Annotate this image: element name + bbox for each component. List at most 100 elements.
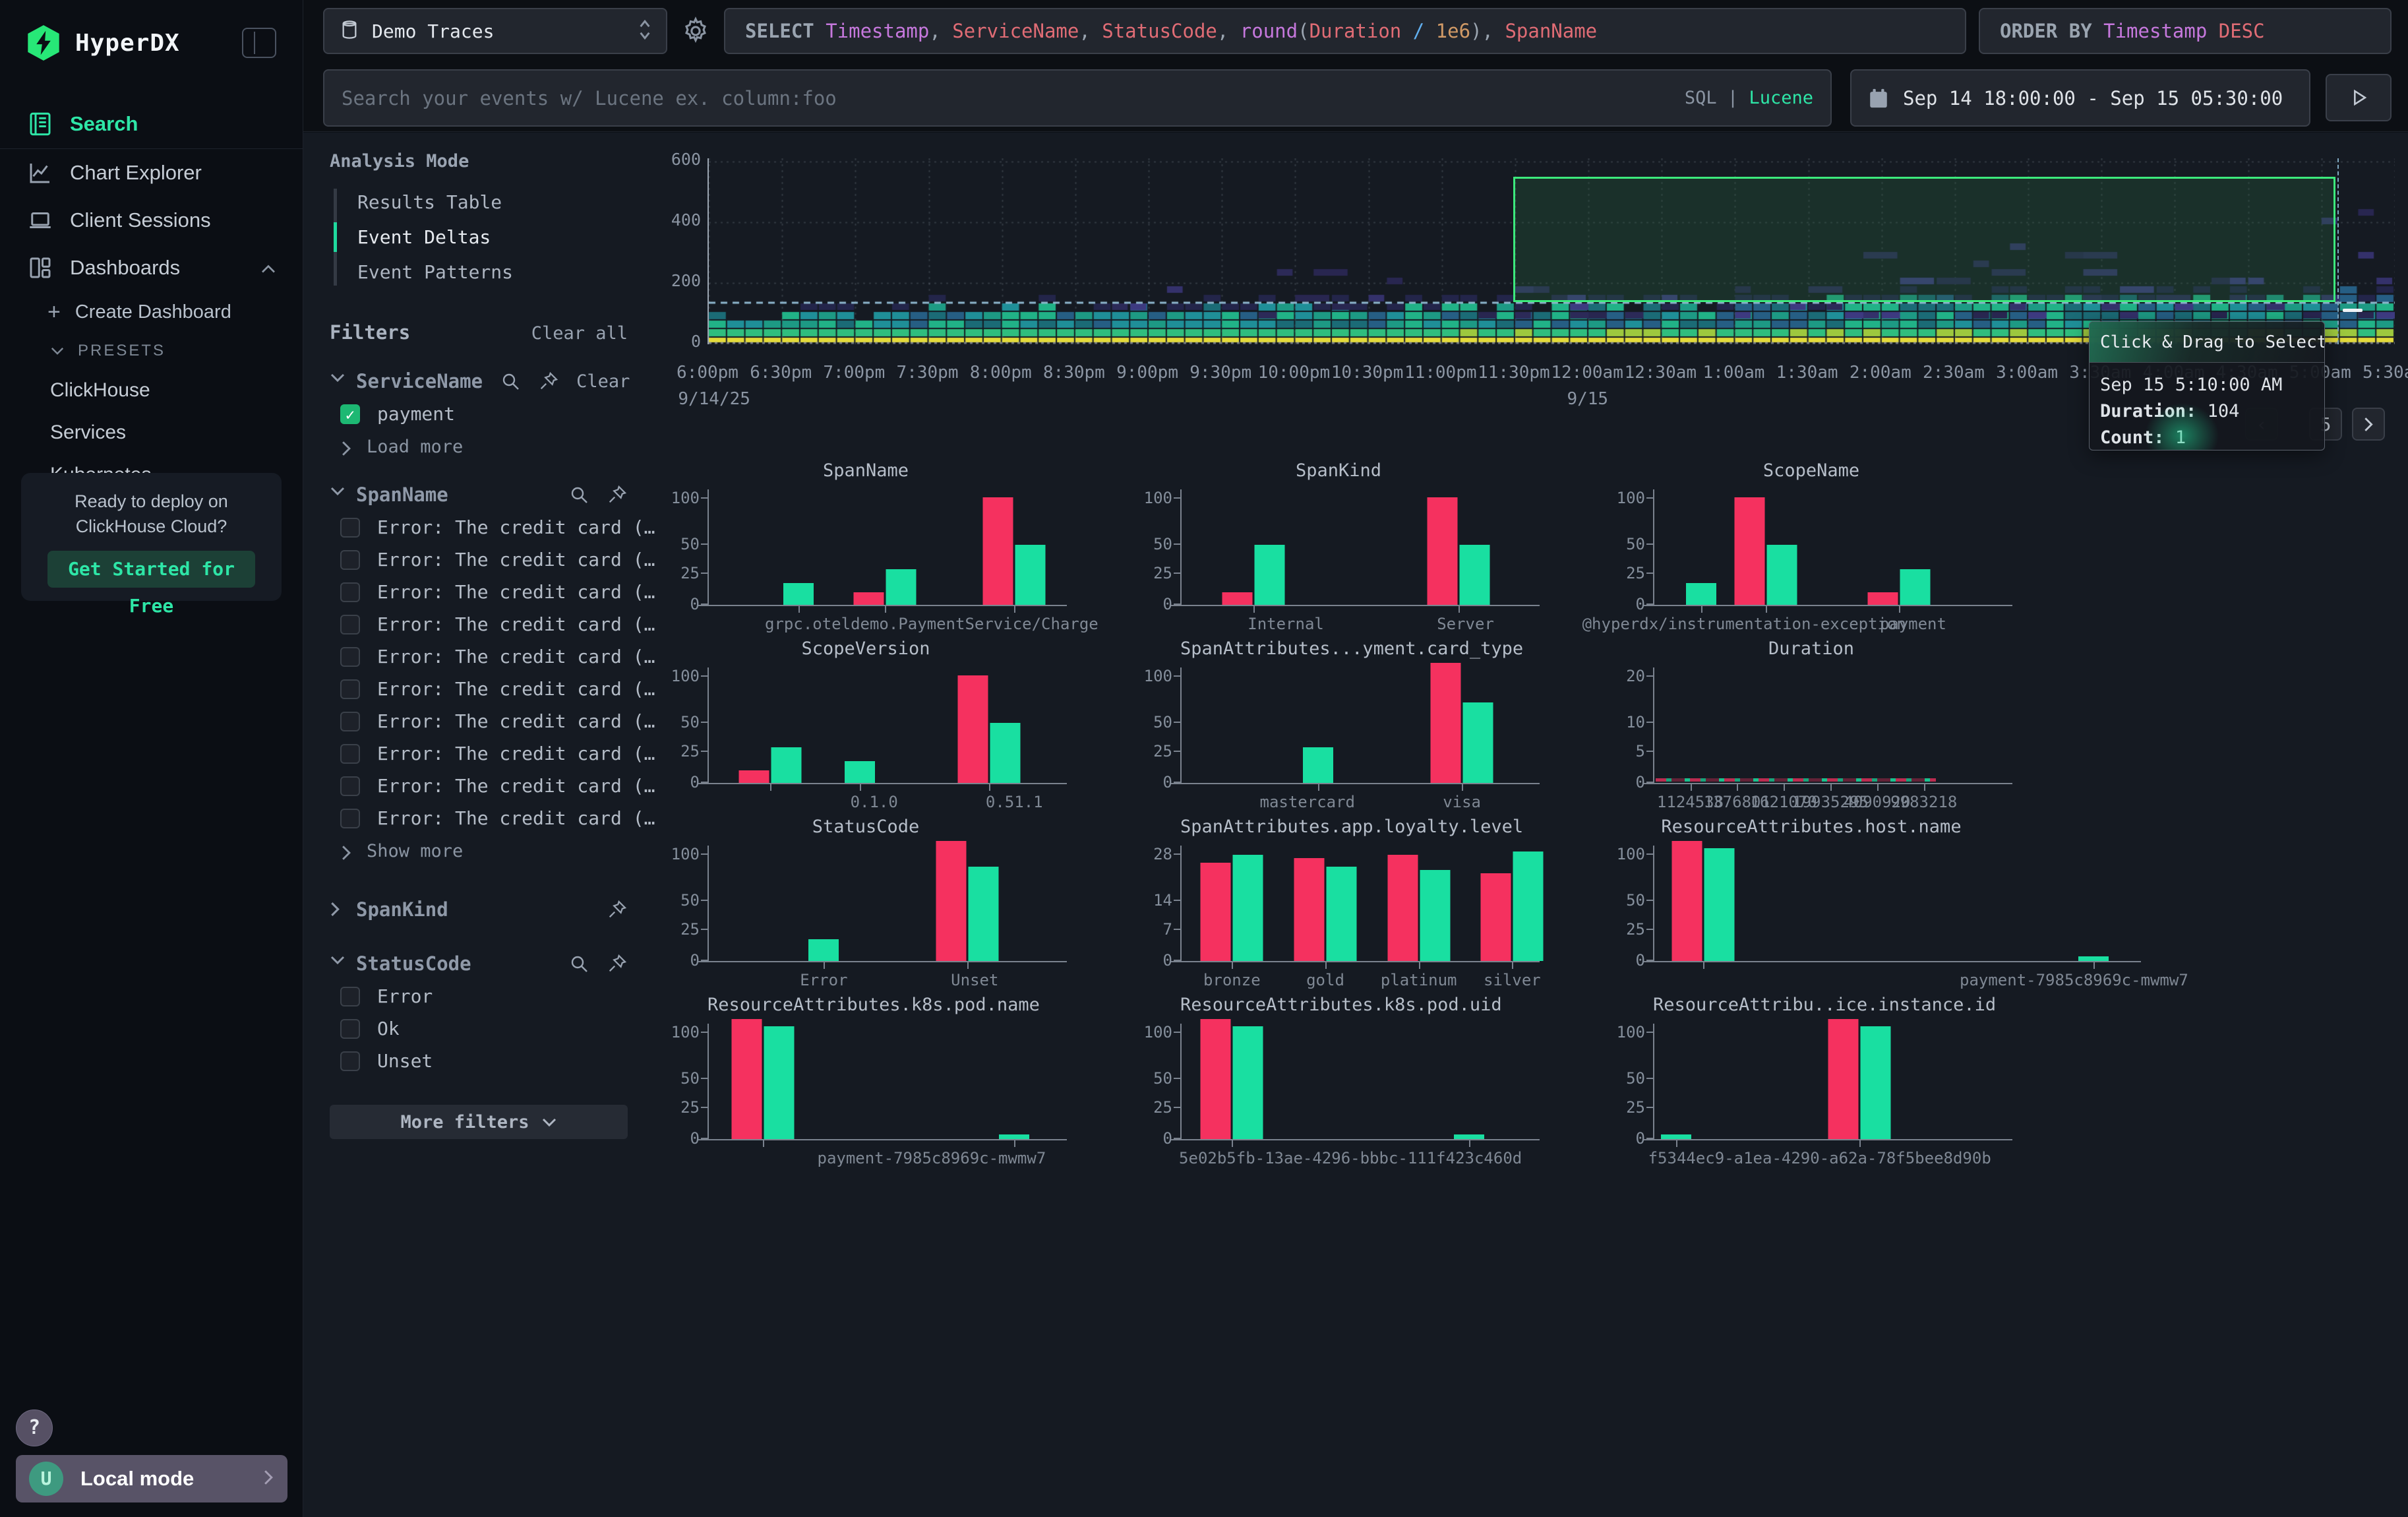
chart-bar-pink[interactable] (1387, 855, 1418, 961)
sidebar-item-client-sessions[interactable]: Client Sessions (0, 197, 303, 244)
chart-bar-green[interactable] (808, 939, 839, 961)
chart-bar-green[interactable] (999, 1134, 1029, 1139)
filter-checkbox-row[interactable]: Error: The credit card (… (340, 581, 628, 603)
chart-bar-green[interactable] (1420, 870, 1450, 961)
heatmap-plot[interactable] (707, 158, 2393, 344)
chart-bar-green[interactable] (1463, 702, 1493, 784)
chevron-down-icon[interactable] (330, 373, 347, 390)
pin-icon[interactable] (538, 371, 559, 392)
search-icon[interactable] (568, 953, 589, 974)
chart-bar-green[interactable] (1513, 851, 1544, 961)
filter-group-title[interactable]: SpanName (356, 483, 551, 506)
chart-bar-green[interactable] (1015, 545, 1046, 605)
chart-bar-pink[interactable] (731, 1019, 762, 1139)
chart-bar-pink[interactable] (1734, 497, 1764, 605)
chart-bar-pink[interactable] (1828, 1019, 1858, 1139)
chart-bar-green[interactable] (990, 723, 1021, 783)
chart-bar-pink[interactable] (1201, 863, 1231, 961)
checkbox[interactable] (340, 1019, 360, 1039)
chart-bar-green[interactable] (1459, 545, 1490, 605)
filter-checkbox-row[interactable]: Unset (340, 1050, 628, 1072)
show-more-button[interactable]: Show more (340, 841, 628, 861)
filter-checkbox-row[interactable]: Error (340, 985, 628, 1007)
checkbox-checked[interactable]: ✓ (340, 404, 360, 424)
chart-bar-pink[interactable] (1294, 858, 1325, 961)
sql-select-input[interactable]: SELECT Timestamp, ServiceName, StatusCod… (724, 8, 1966, 54)
presets-toggle[interactable]: PRESETS (0, 332, 303, 369)
filter-checkbox-row[interactable]: ✓payment (340, 403, 628, 425)
checkbox[interactable] (340, 987, 360, 1006)
user-menu[interactable]: U Local mode (16, 1455, 287, 1502)
chart-bar-pink[interactable] (1672, 841, 1702, 961)
search-icon[interactable] (500, 371, 521, 392)
chart-bar-pink[interactable] (1431, 663, 1461, 783)
checkbox[interactable] (340, 776, 360, 796)
filter-checkbox-row[interactable]: Error: The credit card (… (340, 613, 628, 635)
chart-bar-pink[interactable] (738, 770, 769, 783)
chart-bar-green[interactable] (771, 747, 801, 783)
sidebar-item-services[interactable]: Services (0, 412, 303, 454)
search-input[interactable] (342, 87, 1685, 109)
chevron-down-icon[interactable] (330, 955, 347, 972)
chart-bar-pink[interactable] (1867, 592, 1898, 605)
chart-bar-green[interactable] (1255, 545, 1285, 605)
filter-group-clear-button[interactable]: Clear (576, 371, 630, 392)
chart-bar-green[interactable] (1900, 569, 1930, 605)
chart-bar-green[interactable] (1661, 1134, 1691, 1139)
checkbox[interactable] (340, 518, 360, 538)
chart-bar-pink[interactable] (983, 497, 1013, 605)
help-button[interactable]: ? (16, 1409, 53, 1446)
checkbox[interactable] (340, 809, 360, 828)
chart-bar-green[interactable] (1233, 855, 1263, 961)
chart-bar-green[interactable] (1686, 583, 1716, 605)
chart-bar-green[interactable] (1327, 867, 1357, 962)
checkbox[interactable] (340, 615, 360, 635)
load-more-button[interactable]: Load more (340, 437, 628, 457)
chevron-right-icon[interactable] (330, 901, 347, 918)
filter-checkbox-row[interactable]: Ok (340, 1018, 628, 1039)
lang-sql-option[interactable]: SQL (1685, 88, 1717, 108)
chart-bar-green[interactable] (886, 569, 917, 605)
chart-bar-pink[interactable] (936, 841, 967, 961)
more-filters-button[interactable]: More filters (330, 1105, 628, 1139)
chart-bar-pink[interactable] (854, 592, 884, 605)
filter-checkbox-row[interactable]: Error: The credit card (… (340, 516, 628, 538)
checkbox[interactable] (340, 679, 360, 699)
lang-lucene-option[interactable]: Lucene (1749, 88, 1813, 108)
create-dashboard-button[interactable]: + Create Dashboard (0, 292, 303, 332)
chart-bar-green[interactable] (783, 583, 814, 605)
chart-bar-green[interactable] (1860, 1026, 1890, 1140)
chart-bar-green[interactable] (1766, 545, 1797, 605)
checkbox[interactable] (340, 1051, 360, 1071)
chevron-down-icon[interactable] (330, 486, 347, 503)
chart-bar-green[interactable] (1303, 747, 1333, 783)
chart-bar-green[interactable] (1454, 1134, 1484, 1139)
chart-bar-green[interactable] (764, 1026, 794, 1140)
checkbox[interactable] (340, 582, 360, 602)
chart-bar-green[interactable] (845, 761, 875, 783)
analysis-mode-item-results-table[interactable]: Results Table (334, 185, 628, 220)
page-next-button[interactable] (2352, 408, 2385, 441)
sidebar-item-clickhouse[interactable]: ClickHouse (0, 369, 303, 412)
sidebar-collapse-icon[interactable] (242, 28, 276, 58)
pin-icon[interactable] (607, 899, 628, 920)
chart-bar-green[interactable] (2078, 956, 2109, 961)
filter-group-title[interactable]: SpanKind (356, 898, 589, 921)
checkbox[interactable] (340, 647, 360, 667)
source-select[interactable]: Demo Traces (323, 8, 667, 54)
chart-bar-pink[interactable] (1481, 873, 1511, 961)
chart-bar-green[interactable] (969, 867, 999, 962)
chevron-up-icon[interactable] (260, 256, 276, 280)
filter-checkbox-row[interactable]: Error: The credit card (… (340, 646, 628, 667)
order-by-input[interactable]: ORDER BY Timestamp DESC (1979, 8, 2392, 54)
gear-icon[interactable] (680, 16, 711, 46)
sidebar-item-dashboards[interactable]: Dashboards (0, 244, 303, 292)
analysis-mode-item-event-deltas[interactable]: Event Deltas (334, 220, 628, 255)
sidebar-item-chart-explorer[interactable]: Chart Explorer (0, 149, 303, 197)
filter-checkbox-row[interactable]: Error: The credit card (… (340, 549, 628, 571)
chart-bar-pink[interactable] (1427, 497, 1457, 605)
chart-bar-green[interactable] (1233, 1026, 1263, 1140)
analysis-mode-item-event-patterns[interactable]: Event Patterns (334, 255, 628, 290)
chart-bar-pink[interactable] (1201, 1019, 1231, 1139)
heatmap-selection-box[interactable] (1513, 177, 2335, 302)
